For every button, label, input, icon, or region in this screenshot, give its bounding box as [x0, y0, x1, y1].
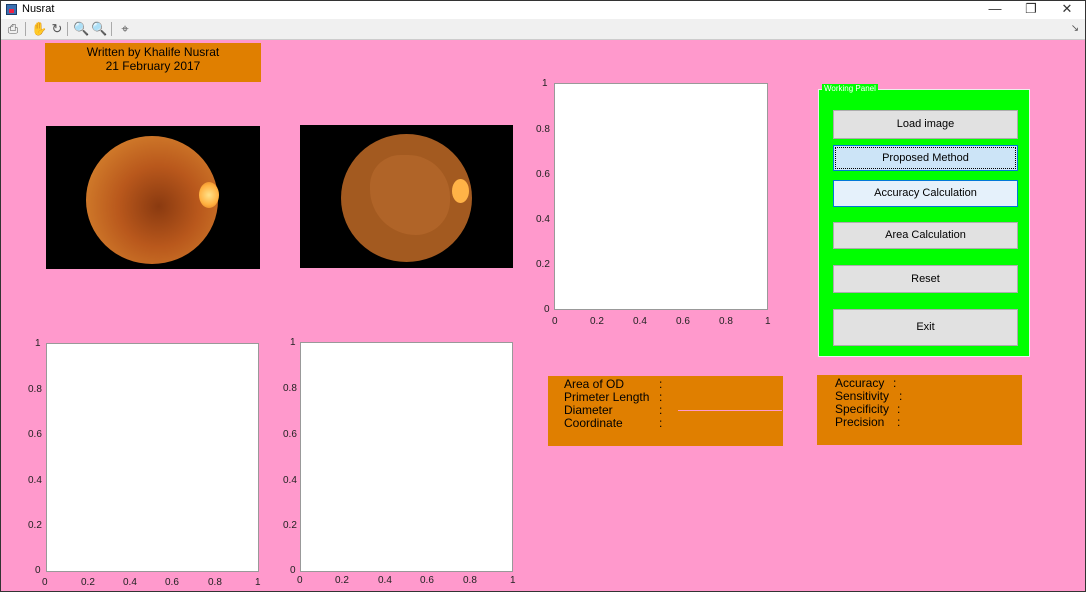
optic-disc: [199, 182, 219, 208]
x-tick-label: 0.2: [335, 575, 349, 586]
pan-icon[interactable]: ✋: [31, 21, 47, 37]
y-tick-label: 1: [35, 338, 41, 349]
y-tick-label: 0.6: [283, 429, 297, 440]
diameter-label: Diameter: [564, 403, 613, 417]
y-tick-label: 0.6: [28, 429, 42, 440]
working-panel: Working Panel Load image Proposed Method…: [818, 84, 1030, 357]
author-credit: Written by Khalife Nusrat 21 February 20…: [45, 43, 261, 82]
plot-axes-bottom-middle[interactable]: [300, 342, 513, 572]
y-tick-label: 0: [35, 565, 41, 576]
y-tick-label: 1: [542, 78, 548, 89]
x-tick-label: 1: [765, 316, 771, 327]
diameter-colon: :: [659, 403, 663, 417]
area-label: Area of OD: [564, 377, 625, 391]
y-tick-label: 0.4: [283, 475, 297, 486]
precision-label: Precision: [835, 415, 885, 429]
precision-colon: :: [897, 415, 901, 429]
data-cursor-icon[interactable]: ⌖: [117, 21, 133, 37]
title-bar: Nusrat — ❐ ✕: [1, 1, 1085, 19]
y-tick-label: 0.8: [283, 383, 297, 394]
x-tick-label: 0.4: [633, 316, 647, 327]
perimeter-colon: :: [659, 390, 663, 404]
plot-axes-bottom-left[interactable]: [46, 343, 259, 572]
reset-button[interactable]: Reset: [833, 265, 1018, 293]
x-tick-label: 1: [255, 577, 261, 588]
x-tick-label: 0.2: [590, 316, 604, 327]
x-tick-label: 0.4: [123, 577, 137, 588]
x-tick-label: 0.4: [378, 575, 392, 586]
x-tick-label: 0: [552, 316, 558, 327]
x-tick-label: 0.6: [165, 577, 179, 588]
load-image-button[interactable]: Load image: [833, 110, 1018, 139]
x-tick-label: 0: [297, 575, 303, 586]
x-tick-label: 0.6: [676, 316, 690, 327]
x-tick-label: 0: [42, 577, 48, 588]
coordinate-colon: :: [659, 416, 663, 430]
accuracy-calculation-button[interactable]: Accuracy Calculation: [833, 180, 1018, 207]
x-tick-label: 0.6: [420, 575, 434, 586]
restore-button[interactable]: ❐: [1013, 1, 1049, 19]
coordinate-label: Coordinate: [564, 416, 623, 430]
toolbar-divider: [67, 22, 68, 36]
app-icon: [6, 4, 17, 15]
date-line: 21 February 2017: [105, 59, 201, 73]
measurements-box: Area of OD Primeter Length Diameter Coor…: [548, 376, 783, 446]
plot-axes-top[interactable]: [554, 83, 768, 310]
rotate-icon[interactable]: ↻: [49, 21, 65, 37]
accuracy-label: Accuracy: [835, 376, 885, 390]
toolbar-divider: [111, 22, 112, 36]
main-window: Nusrat — ❐ ✕ ⎙ ✋ ↻ 🔍 🔍 ⌖ ↘ Written by Kh…: [0, 0, 1086, 592]
y-tick-label: 0.8: [28, 384, 42, 395]
diameter-divider-line: [678, 410, 782, 411]
exit-button[interactable]: Exit: [833, 309, 1018, 346]
y-tick-label: 1: [290, 337, 296, 348]
window-title: Nusrat: [22, 3, 55, 15]
y-tick-label: 0.4: [536, 214, 550, 225]
toolbar-divider: [25, 22, 26, 36]
detected-optic-disc: [452, 179, 469, 203]
x-tick-label: 0.8: [208, 577, 222, 588]
area-colon: :: [659, 377, 663, 391]
y-tick-label: 0.8: [536, 124, 550, 135]
original-fundus-image: [46, 126, 260, 269]
proposed-method-button[interactable]: Proposed Method: [833, 145, 1018, 171]
dock-arrow-icon[interactable]: ↘: [1067, 21, 1083, 37]
y-tick-label: 0: [544, 304, 550, 315]
zoom-out-icon[interactable]: 🔍: [91, 21, 107, 37]
y-tick-label: 0: [290, 565, 296, 576]
panel-title: Working Panel: [822, 84, 878, 93]
zoom-in-icon[interactable]: 🔍: [73, 21, 89, 37]
figure-toolbar: ⎙ ✋ ↻ 🔍 🔍 ⌖ ↘: [1, 19, 1085, 40]
perimeter-label: Primeter Length: [564, 390, 650, 404]
x-tick-label: 0.2: [81, 577, 95, 588]
print-icon[interactable]: ⎙: [5, 21, 21, 37]
sensitivity-colon: :: [899, 389, 903, 403]
area-calculation-button[interactable]: Area Calculation: [833, 222, 1018, 249]
y-tick-label: 0.2: [536, 259, 550, 270]
specificity-label: Specificity: [835, 402, 890, 416]
close-button[interactable]: ✕: [1049, 1, 1085, 19]
x-tick-label: 0.8: [719, 316, 733, 327]
y-tick-label: 0.4: [28, 475, 42, 486]
sensitivity-label: Sensitivity: [835, 389, 890, 403]
author-line: Written by Khalife Nusrat: [86, 45, 220, 59]
minimize-button[interactable]: —: [977, 1, 1013, 19]
x-tick-label: 0.8: [463, 575, 477, 586]
specificity-colon: :: [897, 402, 901, 416]
x-tick-label: 1: [510, 575, 516, 586]
y-tick-label: 0.2: [283, 520, 297, 531]
y-tick-label: 0.6: [536, 169, 550, 180]
y-tick-label: 0.2: [28, 520, 42, 531]
processed-fundus-image: [300, 125, 513, 268]
retina-disc: [86, 136, 218, 264]
metrics-box: Accuracy : Sensitivity : Specificity : P…: [817, 375, 1022, 445]
accuracy-colon: :: [893, 376, 897, 390]
